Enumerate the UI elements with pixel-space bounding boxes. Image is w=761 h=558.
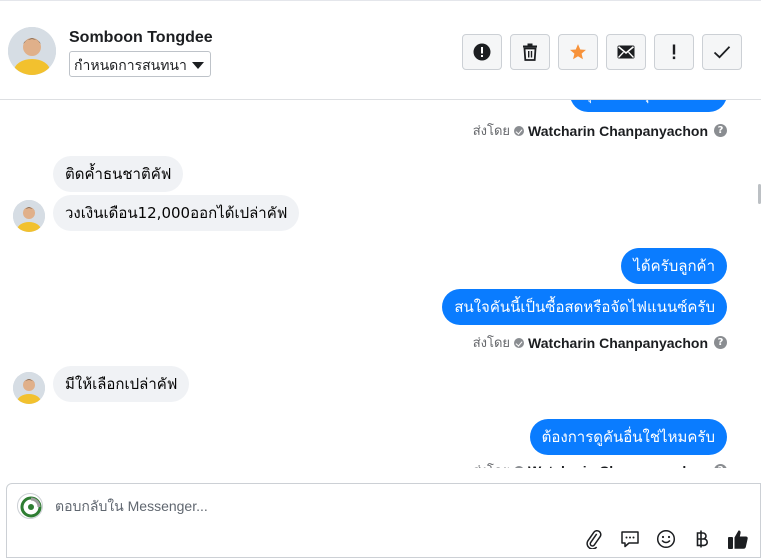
payment-button[interactable] <box>690 527 714 551</box>
outgoing-message[interactable]: ได้ครับลูกค้า <box>621 248 727 284</box>
conversation-toolbar <box>462 34 742 70</box>
page-logo <box>17 493 43 519</box>
verified-icon <box>514 337 525 348</box>
incoming-message[interactable]: วงเงินเดือน12,000ออกได้เปล่าคัฟ <box>53 195 300 231</box>
agent-name[interactable]: Watcharin Chanpanyachon <box>528 123 708 139</box>
emoji-icon <box>656 529 676 549</box>
star-button[interactable] <box>558 34 598 70</box>
sent-by-line: ส่งโดย Watcharin Chanpanyachon ? <box>473 460 727 468</box>
conversation-header: Somboon Tongdee กำหนดการสนทนา <box>0 0 761 100</box>
thumbs-up-icon <box>728 530 748 549</box>
incoming-message[interactable]: ติดค้ำธนชาติคัฟ <box>53 156 184 192</box>
chevron-down-icon <box>192 62 204 69</box>
agent-name[interactable]: Watcharin Chanpanyachon <box>528 463 708 469</box>
like-button[interactable] <box>726 527 750 551</box>
help-icon[interactable]: ? <box>714 336 727 349</box>
mark-unread-button[interactable] <box>606 34 646 70</box>
alert-circle-icon <box>473 43 491 61</box>
help-icon[interactable]: ? <box>714 464 727 468</box>
label-select-value: กำหนดการสนทนา <box>74 58 187 74</box>
outgoing-message[interactable]: สนใจคันนี้เป็นซื้อสดหรือจัดไฟแนนซ์ครับ <box>442 289 727 325</box>
follow-up-button[interactable] <box>654 34 694 70</box>
sent-by-line: ส่งโดย Watcharin Chanpanyachon ? <box>473 120 727 141</box>
checkmark-icon <box>713 46 731 59</box>
baht-icon <box>696 530 708 548</box>
conversation-label-select[interactable]: กำหนดการสนทนา <box>69 51 211 77</box>
verified-icon <box>514 125 525 136</box>
saved-reply-icon <box>621 531 639 548</box>
delete-button[interactable] <box>510 34 550 70</box>
verified-icon <box>514 465 525 468</box>
emoji-button[interactable] <box>654 527 678 551</box>
help-icon[interactable]: ? <box>714 124 727 137</box>
sent-by-label: ส่งโดย <box>472 124 511 139</box>
contact-avatar-small[interactable] <box>13 372 45 404</box>
agent-name[interactable]: Watcharin Chanpanyachon <box>528 335 708 351</box>
paperclip-icon <box>586 530 602 549</box>
incoming-message[interactable]: มีให้เลือกเปล่าคัฟ <box>53 366 190 402</box>
reply-composer <box>6 483 761 558</box>
message-scrollbar[interactable] <box>757 100 761 468</box>
mark-spam-button[interactable] <box>462 34 502 70</box>
envelope-icon <box>617 45 635 59</box>
attach-button[interactable] <box>582 527 606 551</box>
contact-avatar-small[interactable] <box>13 200 45 232</box>
sent-by-line: ส่งโดย Watcharin Chanpanyachon ? <box>473 332 727 353</box>
star-icon <box>570 44 586 60</box>
outgoing-message[interactable]: ต้องการดูคันอื่นใช่ไหมครับ <box>529 419 727 455</box>
message-thread[interactable]: คุณสนใจรุ่นไหนครับ ส่งโดย Watcharin Chan… <box>0 100 761 468</box>
composer-actions <box>582 527 750 551</box>
reply-input[interactable] <box>55 498 655 514</box>
outgoing-message-partial[interactable]: คุณสนใจรุ่นไหนครับ <box>569 100 727 112</box>
exclamation-icon <box>672 44 676 60</box>
sent-by-label: ส่งโดย <box>473 460 510 468</box>
contact-avatar[interactable] <box>8 27 56 75</box>
mark-done-button[interactable] <box>702 34 742 70</box>
trash-icon <box>523 43 537 61</box>
saved-replies-button[interactable] <box>618 527 642 551</box>
sent-by-label: ส่งโดย <box>472 336 511 351</box>
contact-name[interactable]: Somboon Tongdee <box>69 29 213 47</box>
